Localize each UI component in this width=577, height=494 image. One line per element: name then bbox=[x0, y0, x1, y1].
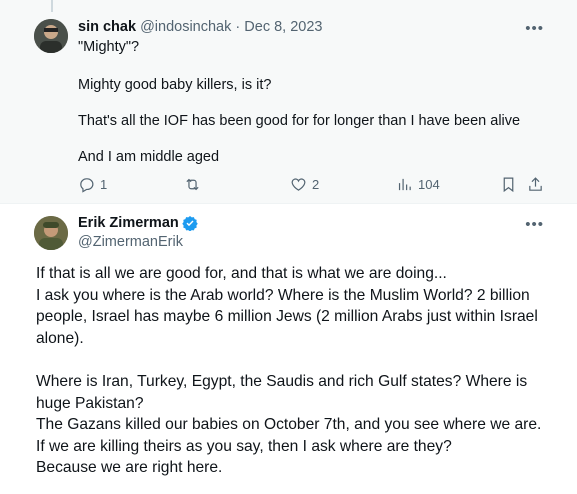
tweet-text-line: Mighty good baby killers, is it? bbox=[78, 77, 272, 93]
tweet-date[interactable]: Dec 8, 2023 bbox=[244, 19, 322, 35]
tweet-header: sin chak @indosinchak · Dec 8, 2023 bbox=[78, 19, 322, 35]
thread-line bbox=[51, 0, 53, 12]
tweet-text: If that is all we are good for, and that… bbox=[36, 263, 556, 479]
repost-icon bbox=[186, 178, 199, 191]
tweet-text-line: people, Israel has maybe 6 million Jews … bbox=[36, 308, 538, 326]
tweet-text-line: The Gazans killed our babies on October … bbox=[36, 416, 542, 434]
share-button[interactable] bbox=[527, 176, 544, 193]
tweet-header: Erik Zimerman bbox=[78, 215, 198, 231]
avatar[interactable] bbox=[34, 19, 68, 53]
views-count: 104 bbox=[418, 177, 440, 192]
tweet-text-line: Where is Iran, Turkey, Egypt, the Saudis… bbox=[36, 372, 528, 390]
bookmark-button[interactable] bbox=[500, 176, 517, 193]
share-icon bbox=[529, 177, 542, 191]
more-options-icon[interactable]: ••• bbox=[525, 20, 544, 37]
avatar[interactable] bbox=[34, 216, 68, 250]
author-handle[interactable]: @ZimermanErik bbox=[78, 234, 183, 250]
reply-icon bbox=[80, 178, 94, 193]
repost-button[interactable] bbox=[184, 176, 206, 193]
tweet-text-line: Because we are right here. bbox=[36, 459, 223, 477]
author-handle[interactable]: @indosinchak bbox=[140, 19, 231, 35]
tweet-text-line: If we are killing theirs as you say, the… bbox=[36, 437, 452, 455]
views-icon bbox=[398, 178, 411, 191]
like-count: 2 bbox=[312, 177, 320, 192]
tweet-actions: 1 2 104 bbox=[78, 176, 546, 196]
tweet-text-line: alone). bbox=[36, 329, 84, 347]
heart-icon bbox=[291, 178, 306, 191]
separator: · bbox=[235, 19, 241, 35]
like-button[interactable]: 2 bbox=[290, 176, 319, 193]
tweet-text-line: And I am middle aged bbox=[78, 149, 220, 165]
verified-badge-icon[interactable] bbox=[182, 215, 198, 231]
reply-tweet[interactable]: sin chak @indosinchak · Dec 8, 2023 ••• … bbox=[0, 0, 577, 204]
tweet-text-line: If that is all we are good for, and that… bbox=[36, 265, 447, 282]
bookmark-icon bbox=[503, 177, 514, 193]
more-options-icon[interactable]: ••• bbox=[525, 216, 544, 233]
tweet-text-line: huge Pakistan? bbox=[36, 394, 144, 412]
views-button[interactable]: 104 bbox=[396, 176, 440, 193]
tweet-text-line: "Mighty"? bbox=[78, 39, 140, 55]
author-name[interactable]: Erik Zimerman bbox=[78, 215, 179, 231]
reply-count: 1 bbox=[100, 177, 108, 192]
reply-button[interactable]: 1 bbox=[78, 176, 107, 193]
tweet-text-line: That's all the IOF has been good for for… bbox=[78, 113, 521, 129]
author-name[interactable]: sin chak bbox=[78, 19, 136, 35]
tweet-text-line: I ask you where is the Arab world? Where… bbox=[36, 286, 530, 304]
